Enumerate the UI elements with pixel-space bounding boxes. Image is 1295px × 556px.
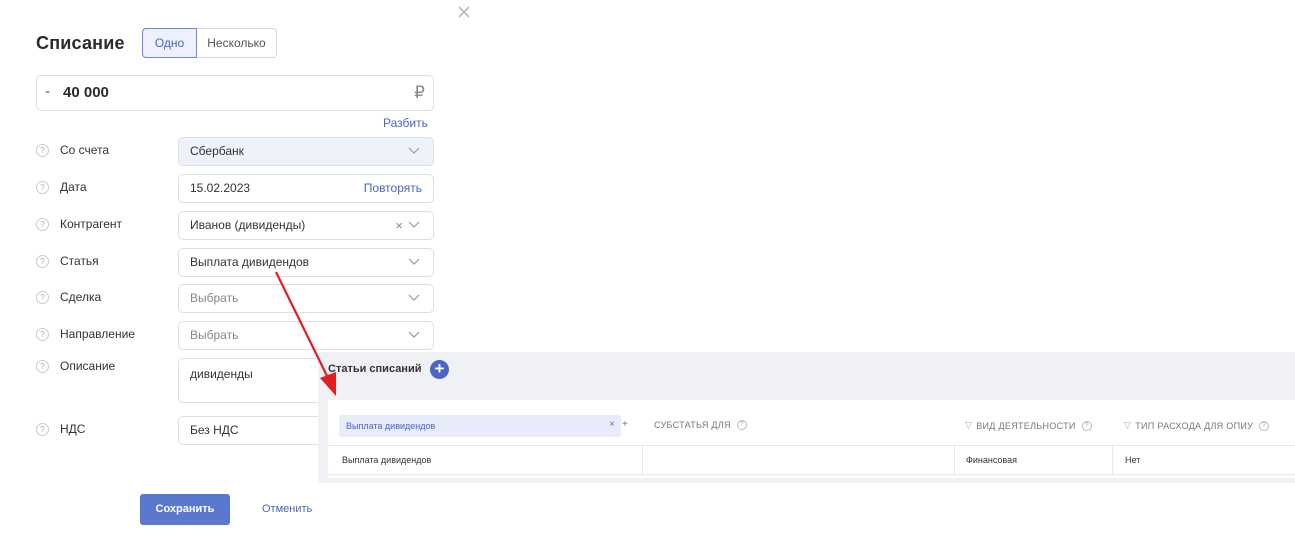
- article-label-text: Статья: [60, 254, 99, 268]
- mode-many-button[interactable]: Несколько: [197, 28, 277, 58]
- direction-placeholder: Выбрать: [190, 328, 239, 342]
- counterparty-select[interactable]: Иванов (дивиденды) ×: [178, 211, 434, 240]
- vat-label: ? НДС: [36, 422, 85, 436]
- mode-one-button[interactable]: Одно: [142, 28, 197, 58]
- column-header[interactable]: СУБСТАТЬЯ ДЛЯ ?: [654, 420, 747, 430]
- row-divider: [328, 445, 1295, 446]
- account-value: Сбербанк: [190, 144, 244, 158]
- date-input[interactable]: 15.02.2023 Повторять: [178, 174, 434, 203]
- articles-inset: Статьи списаний + Выплата дивидендов × +…: [318, 352, 1295, 483]
- cell-divider: [1112, 445, 1113, 474]
- amount-input[interactable]: - 40 000 ₽: [36, 75, 434, 111]
- chevron-down-icon: [408, 331, 420, 338]
- column-header-label: ВИД ДЕЯТЕЛЬНОСТИ: [976, 420, 1076, 431]
- help-icon[interactable]: ?: [1081, 420, 1092, 431]
- article-select[interactable]: Выплата дивидендов: [178, 248, 434, 277]
- article-value: Выплата дивидендов: [190, 255, 310, 269]
- inset-title: Статьи списаний: [328, 363, 422, 375]
- cancel-button[interactable]: Отменить: [262, 503, 312, 515]
- direction-label: ? Направление: [36, 327, 135, 341]
- description-label-text: Описание: [60, 359, 116, 373]
- help-icon[interactable]: ?: [36, 422, 49, 436]
- save-button[interactable]: Сохранить: [140, 494, 230, 525]
- deal-select[interactable]: Выбрать: [178, 284, 434, 313]
- ruble-icon: ₽: [414, 83, 425, 102]
- chevron-down-icon: [408, 147, 420, 154]
- cell-divider: [642, 445, 643, 474]
- help-icon[interactable]: ?: [36, 359, 49, 373]
- close-icon[interactable]: [455, 3, 473, 21]
- articles-table: Выплата дивидендов × + СУБСТАТЬЯ ДЛЯ ? ▽…: [328, 400, 1295, 478]
- help-icon[interactable]: ?: [36, 327, 49, 341]
- counterparty-label: ? Контрагент: [36, 217, 122, 231]
- add-article-button[interactable]: +: [430, 360, 449, 379]
- chevron-down-icon: [408, 221, 420, 228]
- article-label: ? Статья: [36, 254, 99, 268]
- amount-value: 40 000: [63, 84, 109, 101]
- mode-toggle: Одно Несколько: [142, 28, 277, 58]
- row-divider: [328, 474, 1295, 475]
- deal-label: ? Сделка: [36, 290, 101, 304]
- account-label: ? Со счета: [36, 143, 109, 157]
- help-icon[interactable]: ?: [36, 290, 49, 304]
- split-link[interactable]: Разбить: [383, 116, 428, 130]
- account-select[interactable]: Сбербанк: [178, 137, 434, 166]
- help-icon[interactable]: ?: [36, 143, 49, 157]
- table-cell[interactable]: Выплата дивидендов: [342, 455, 431, 465]
- vat-label-text: НДС: [60, 422, 86, 436]
- table-cell[interactable]: Нет: [1125, 455, 1140, 465]
- help-icon[interactable]: ?: [1259, 420, 1270, 431]
- help-icon[interactable]: ?: [36, 254, 49, 268]
- counterparty-label-text: Контрагент: [60, 217, 123, 231]
- column-header[interactable]: ▽ ВИД ДЕЯТЕЛЬНОСТИ ?: [965, 420, 1092, 431]
- filter-chip[interactable]: Выплата дивидендов: [339, 415, 621, 437]
- help-icon[interactable]: ?: [36, 217, 49, 231]
- cell-divider: [954, 445, 955, 474]
- deal-label-text: Сделка: [60, 290, 102, 304]
- vat-value: Без НДС: [190, 423, 239, 437]
- help-icon[interactable]: ?: [36, 180, 49, 194]
- account-label-text: Со счета: [60, 143, 110, 157]
- chevron-down-icon: [408, 294, 420, 301]
- filter-icon: ▽: [1124, 420, 1132, 430]
- help-icon[interactable]: ?: [736, 420, 747, 430]
- column-header-label: ТИП РАСХОДА ДЛЯ ОПИУ: [1135, 420, 1254, 431]
- direction-label-text: Направление: [60, 327, 135, 341]
- column-header-label: СУБСТАТЬЯ ДЛЯ: [654, 420, 731, 430]
- deal-placeholder: Выбрать: [190, 291, 239, 305]
- date-label-text: Дата: [60, 180, 87, 194]
- column-header[interactable]: ▽ ТИП РАСХОДА ДЛЯ ОПИУ ?: [1124, 420, 1270, 431]
- filter-icon: ▽: [965, 420, 973, 430]
- clear-icon[interactable]: ×: [395, 212, 403, 239]
- description-label: ? Описание: [36, 359, 115, 373]
- chip-clear-icon[interactable]: ×: [609, 419, 615, 430]
- date-label: ? Дата: [36, 180, 87, 194]
- amount-sign: -: [45, 83, 50, 100]
- direction-select[interactable]: Выбрать: [178, 321, 434, 350]
- chevron-down-icon: [408, 258, 420, 265]
- table-cell[interactable]: Финансовая: [966, 455, 1017, 465]
- description-value: дивиденды: [190, 367, 253, 381]
- page-title: Списание: [36, 33, 125, 53]
- date-value: 15.02.2023: [190, 181, 251, 195]
- chip-add-icon[interactable]: +: [622, 419, 628, 430]
- counterparty-value: Иванов (дивиденды): [190, 218, 306, 232]
- repeat-link[interactable]: Повторять: [364, 175, 422, 202]
